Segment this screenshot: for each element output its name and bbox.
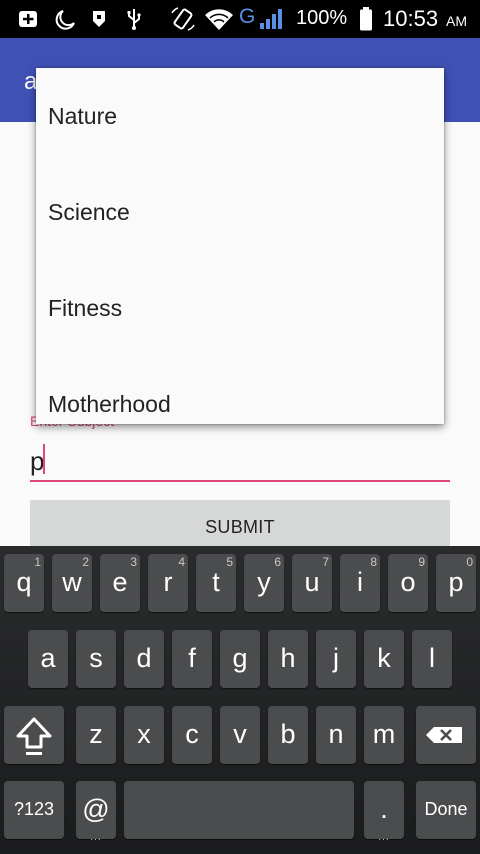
space-key[interactable] <box>124 781 354 839</box>
key-x[interactable]: x <box>124 706 164 764</box>
key-p[interactable]: 0p <box>436 554 476 612</box>
key-label: p <box>448 567 464 597</box>
key-label: m <box>372 719 396 749</box>
key-o[interactable]: 9o <box>388 554 428 612</box>
backspace-key[interactable] <box>416 706 476 764</box>
period-key[interactable]: .... <box>364 781 404 843</box>
text-cursor <box>43 444 45 474</box>
done-key[interactable]: Done <box>416 781 476 839</box>
network-type-label: G <box>239 5 256 28</box>
key-label: l <box>429 643 435 673</box>
key-label: g <box>232 643 248 673</box>
key-z[interactable]: z <box>76 706 116 764</box>
key-label: ?123 <box>13 799 55 819</box>
battery-icon <box>360 7 372 31</box>
more-keys-dots: ... <box>378 832 390 843</box>
symbols-key[interactable]: ?123 <box>4 781 64 839</box>
key-label: . <box>380 794 388 824</box>
key-m[interactable]: m <box>364 706 404 764</box>
key-label: q <box>16 567 32 597</box>
key-label: s <box>89 643 103 673</box>
key-label: b <box>280 719 296 749</box>
key-s[interactable]: s <box>76 630 116 688</box>
notification-add-icon <box>19 11 37 27</box>
key-label: i <box>357 567 363 597</box>
key-label: f <box>188 643 196 673</box>
shift-key[interactable] <box>4 706 64 764</box>
key-label: a <box>40 643 56 673</box>
battery-percent: 100% <box>296 7 348 29</box>
key-h[interactable]: h <box>268 630 308 688</box>
key-r[interactable]: 4r <box>148 554 188 612</box>
key-label: u <box>304 567 320 597</box>
night-mode-icon <box>55 10 75 30</box>
suggestion-dropdown: Nature Science Fitness Motherhood <box>36 68 444 424</box>
subject-input[interactable]: p <box>30 436 450 482</box>
key-label: t <box>212 567 220 597</box>
pocket-icon <box>93 11 105 27</box>
shift-icon <box>16 717 52 755</box>
clock-ampm: AM <box>446 13 467 29</box>
key-d[interactable]: d <box>124 630 164 688</box>
key-k[interactable]: k <box>364 630 404 688</box>
key-label: Done <box>424 799 468 819</box>
key-t[interactable]: 5t <box>196 554 236 612</box>
usb-icon <box>127 9 141 30</box>
key-b[interactable]: b <box>268 706 308 764</box>
key-i[interactable]: 8i <box>340 554 380 612</box>
key-label: z <box>89 719 103 749</box>
key-label: x <box>137 719 151 749</box>
key-y[interactable]: 6y <box>244 554 284 612</box>
key-label: j <box>333 643 339 673</box>
backspace-icon <box>426 727 462 743</box>
wifi-icon <box>205 9 233 30</box>
key-label: @ <box>82 794 110 824</box>
key-label: d <box>136 643 152 673</box>
key-f[interactable]: f <box>172 630 212 688</box>
suggestion-item-nature[interactable]: Nature <box>36 68 444 164</box>
suggestion-item-fitness[interactable]: Fitness <box>36 260 444 356</box>
key-label: r <box>163 567 173 597</box>
key-label: c <box>185 719 199 749</box>
status-bar: G 100% 10:53 AM <box>0 0 480 38</box>
key-n[interactable]: n <box>316 706 356 764</box>
key-w[interactable]: 2w <box>52 554 92 612</box>
signal-icon <box>260 9 282 29</box>
key-g[interactable]: g <box>220 630 260 688</box>
key-label: w <box>62 567 82 597</box>
clock-time: 10:53 <box>383 6 439 31</box>
key-label: y <box>257 567 271 597</box>
key-v[interactable]: v <box>220 706 260 764</box>
soft-keyboard: 1q 2w 3e 4r 5t 6y 7u 8i 9o 0p a s d f g … <box>0 546 480 854</box>
key-c[interactable]: c <box>172 706 212 764</box>
key-label: v <box>233 719 247 749</box>
at-key[interactable]: @... <box>76 781 116 843</box>
suggestion-item-motherhood[interactable]: Motherhood <box>36 356 444 424</box>
key-label: n <box>328 719 344 749</box>
key-j[interactable]: j <box>316 630 356 688</box>
key-e[interactable]: 3e <box>100 554 140 612</box>
key-q[interactable]: 1q <box>4 554 44 612</box>
rotation-icon <box>171 7 195 31</box>
key-u[interactable]: 7u <box>292 554 332 612</box>
key-l[interactable]: l <box>412 630 452 688</box>
more-keys-dots: ... <box>90 832 102 843</box>
key-label: k <box>377 643 391 673</box>
key-label: e <box>112 567 128 597</box>
key-a[interactable]: a <box>28 630 68 688</box>
suggestion-item-science[interactable]: Science <box>36 164 444 260</box>
key-label: h <box>280 643 296 673</box>
key-label: o <box>400 567 416 597</box>
